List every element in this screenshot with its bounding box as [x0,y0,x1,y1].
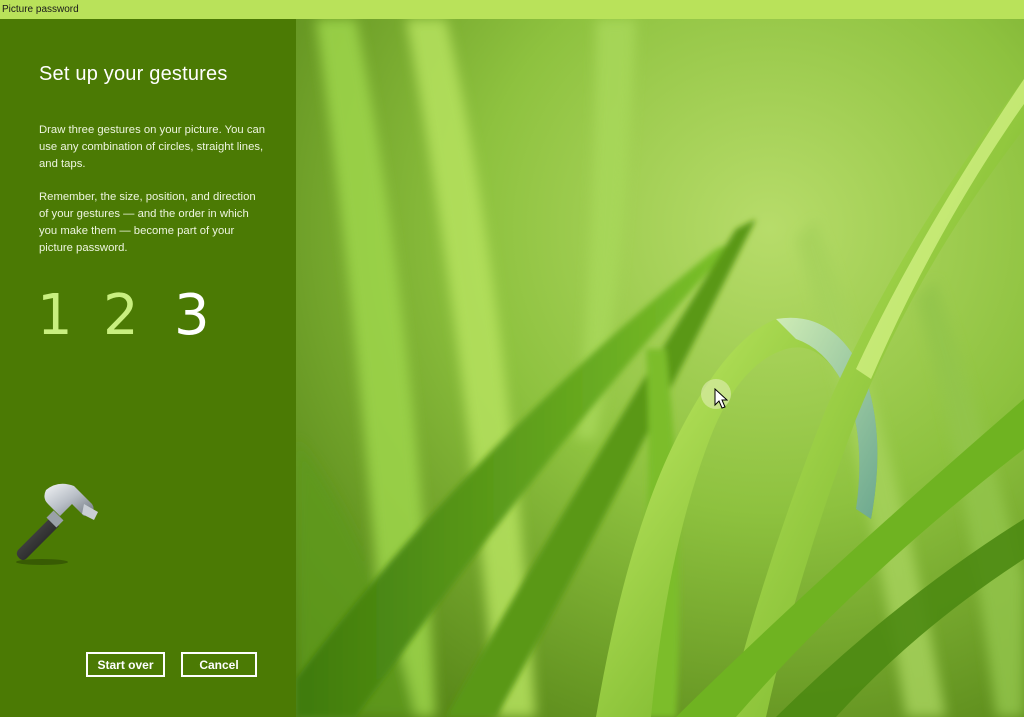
gesture-step-3: 3 [174,283,210,348]
reminder-paragraph: Remember, the size, position, and direct… [39,191,256,254]
cancel-button[interactable]: Cancel [181,652,257,677]
grass-photo-image [296,19,1024,717]
gesture-step-2: 2 [103,283,139,348]
window-title: Picture password [0,0,1024,19]
start-over-button[interactable]: Start over [86,652,165,677]
picture-canvas[interactable] [296,19,1024,717]
instructions-paragraph: Draw three gestures on your picture. You… [39,124,266,170]
gesture-setup-panel: Set up your gestures Draw three gestures… [0,19,296,717]
gesture-step-1: 1 [37,283,73,348]
mouse-cursor-icon [714,388,728,409]
hammer-icon [16,483,98,565]
page-title: Set up your gestures [39,63,228,85]
